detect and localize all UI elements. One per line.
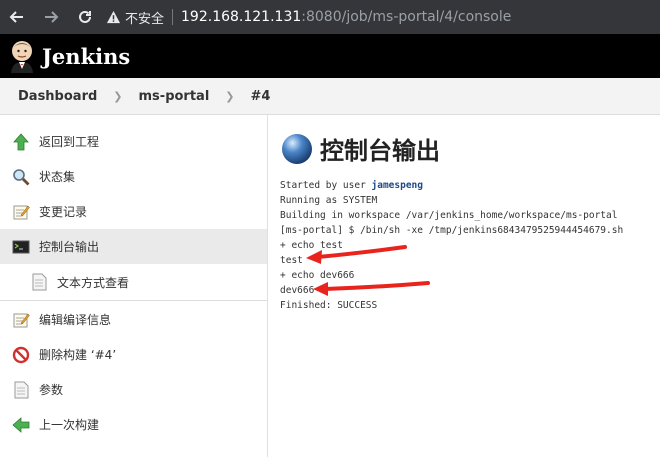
sidebar: 返回到工程 状态集 变更记录 控制台输出 文本方式查看 编辑编译信息 删除构建 … [0, 115, 268, 457]
breadcrumb: Dashboard ❯ ms-portal ❯ #4 [0, 78, 660, 115]
notepad-icon [12, 311, 30, 329]
terminal-icon [12, 238, 30, 256]
no-entry-icon [12, 346, 30, 364]
console-line: [ms-portal] $ /bin/sh -xe /tmp/jenkins68… [280, 225, 624, 236]
breadcrumb-build[interactable]: #4 [245, 89, 277, 104]
left-arrow-icon [12, 416, 30, 434]
jenkins-header: Jenkins [0, 34, 660, 78]
console-line: test [280, 255, 303, 266]
sidebar-item-label: 上一次构建 [39, 418, 100, 432]
sidebar-item-label: 删除构建 ‘#4’ [39, 348, 117, 362]
reload-icon [79, 10, 91, 23]
sidebar-item-edit-build-info[interactable]: 编辑编译信息 [0, 302, 267, 337]
console-line: Finished: SUCCESS [280, 300, 378, 311]
console-output: Started by user jamespeng Running as SYS… [280, 178, 660, 313]
breadcrumb-job[interactable]: ms-portal [133, 89, 216, 104]
forward-arrow-icon [45, 11, 59, 23]
sidebar-item-label: 状态集 [39, 170, 76, 184]
console-line: Started by user [280, 180, 372, 191]
sidebar-item-parameters[interactable]: 参数 [0, 372, 267, 407]
console-line: Running as SYSTEM [280, 195, 378, 206]
divider [172, 9, 174, 25]
console-line: + echo test [280, 240, 343, 251]
back-button[interactable] [0, 0, 34, 34]
back-arrow-icon [9, 11, 23, 23]
sidebar-item-delete-build[interactable]: 删除构建 ‘#4’ [0, 337, 267, 372]
sidebar-item-label: 编辑编译信息 [39, 313, 112, 327]
sidebar-item-view-as-plain-text[interactable]: 文本方式查看 [0, 264, 267, 301]
sidebar-item-label: 返回到工程 [39, 135, 100, 149]
sidebar-item-label: 控制台输出 [39, 240, 100, 254]
forward-button[interactable] [34, 0, 68, 34]
reload-button[interactable] [68, 0, 102, 34]
console-line: + echo dev666 [280, 270, 355, 281]
console-line: Building in workspace /var/jenkins_home/… [280, 210, 618, 221]
breadcrumb-dashboard[interactable]: Dashboard [12, 89, 103, 104]
warning-icon [106, 10, 121, 23]
jenkins-brand[interactable]: Jenkins [42, 44, 130, 69]
user-link[interactable]: jamespeng [372, 180, 423, 191]
sidebar-item-label: 文本方式查看 [57, 275, 130, 290]
console-line: dev666 [280, 285, 315, 296]
sidebar-item-console-output[interactable]: 控制台输出 [0, 229, 267, 264]
sidebar-item-changes[interactable]: 变更记录 [0, 194, 267, 229]
up-arrow-icon [12, 132, 30, 151]
security-indicator[interactable]: 不安全 [106, 8, 164, 27]
document-icon [30, 273, 48, 291]
sidebar-item-label: 变更记录 [39, 205, 88, 219]
sidebar-item-back-to-project[interactable]: 返回到工程 [0, 124, 267, 159]
blue-ball-icon [282, 133, 312, 164]
security-label: 不安全 [125, 11, 165, 27]
document-icon [12, 381, 30, 399]
page-title-text: 控制台输出 [320, 137, 440, 165]
sidebar-item-label: 参数 [39, 383, 64, 397]
magnifier-icon [12, 168, 30, 186]
notepad-icon [12, 203, 30, 221]
main-content: 控制台输出 Started by user jamespeng Running … [280, 115, 660, 457]
jenkins-butler-logo-icon[interactable] [8, 39, 36, 73]
chevron-right-icon[interactable]: ❯ [103, 90, 132, 103]
sidebar-item-status[interactable]: 状态集 [0, 159, 267, 194]
page-title: 控制台输出 [280, 131, 660, 166]
url-path: :8080/job/ms-portal/4/console [301, 9, 512, 25]
browser-toolbar: 不安全 192.168.121.131:8080/job/ms-portal/4… [0, 0, 660, 34]
sidebar-item-previous-build[interactable]: 上一次构建 [0, 407, 267, 442]
chevron-right-icon[interactable]: ❯ [215, 90, 244, 103]
url-host: 192.168.121.131 [181, 9, 302, 25]
address-bar[interactable]: 不安全 192.168.121.131:8080/job/ms-portal/4… [106, 8, 511, 27]
